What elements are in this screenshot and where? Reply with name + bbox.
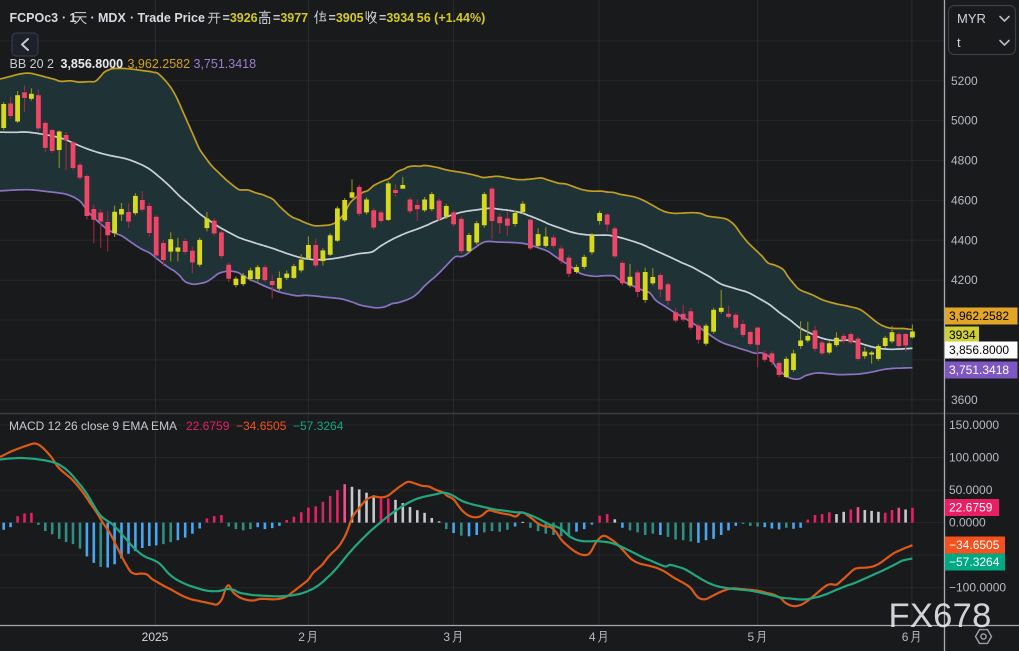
svg-text:MDX: MDX xyxy=(98,11,126,25)
svg-text:=3977: =3977 xyxy=(273,11,308,25)
svg-text:−34.6505: −34.6505 xyxy=(236,419,287,433)
svg-text:3934: 3934 xyxy=(949,328,976,342)
svg-text:4200: 4200 xyxy=(951,273,978,287)
svg-text:22.6759: 22.6759 xyxy=(186,419,230,433)
svg-text:3: 3 xyxy=(443,630,450,644)
svg-text:3,856.8000: 3,856.8000 xyxy=(949,343,1009,357)
svg-text:=3926: =3926 xyxy=(223,11,258,25)
svg-text:3,751.3418: 3,751.3418 xyxy=(194,57,257,71)
svg-text:Trade Price: Trade Price xyxy=(138,11,205,25)
svg-text:4600: 4600 xyxy=(951,193,978,207)
svg-text:2: 2 xyxy=(298,630,305,644)
svg-text:3,962.2582: 3,962.2582 xyxy=(949,309,1009,323)
svg-text:100.0000: 100.0000 xyxy=(949,451,999,465)
svg-text:−57.3264: −57.3264 xyxy=(949,555,1000,569)
svg-text:3,962.2582: 3,962.2582 xyxy=(128,57,191,71)
svg-text:−100.0000: −100.0000 xyxy=(949,581,1006,595)
svg-text:=3905: =3905 xyxy=(329,11,364,25)
svg-text:5200: 5200 xyxy=(951,74,978,88)
svg-text:3,751.3418: 3,751.3418 xyxy=(949,363,1009,377)
svg-text:2025: 2025 xyxy=(142,630,169,644)
svg-text:FX678: FX678 xyxy=(889,597,992,635)
svg-text:=3934: =3934 xyxy=(379,11,414,25)
svg-text:FCPOc3: FCPOc3 xyxy=(10,11,59,25)
svg-text:BB 20 2: BB 20 2 xyxy=(10,57,55,71)
svg-text:150.0000: 150.0000 xyxy=(949,418,999,432)
svg-text:50.0000: 50.0000 xyxy=(949,483,993,497)
svg-text:−34.6505: −34.6505 xyxy=(949,538,1000,552)
svg-text:3600: 3600 xyxy=(951,393,978,407)
svg-text:·: · xyxy=(130,11,134,25)
svg-text:4400: 4400 xyxy=(951,233,978,247)
svg-text:22.6759: 22.6759 xyxy=(949,501,993,515)
svg-text:5000: 5000 xyxy=(951,114,978,128)
svg-text:3,856.8000: 3,856.8000 xyxy=(61,57,124,71)
svg-text:4: 4 xyxy=(589,630,596,644)
svg-text:·: · xyxy=(91,11,95,25)
svg-text:0.0000: 0.0000 xyxy=(949,516,986,530)
svg-text:56 (+1.44%): 56 (+1.44%) xyxy=(417,11,485,25)
svg-text:t: t xyxy=(957,35,961,50)
svg-text:MACD 12 26 close 9 EMA EMA: MACD 12 26 close 9 EMA EMA xyxy=(9,419,177,433)
svg-text:5: 5 xyxy=(748,630,755,644)
svg-text:−57.3264: −57.3264 xyxy=(293,419,344,433)
svg-text:MYR: MYR xyxy=(957,11,986,26)
svg-text:4800: 4800 xyxy=(951,154,978,168)
svg-text:·: · xyxy=(62,11,66,25)
